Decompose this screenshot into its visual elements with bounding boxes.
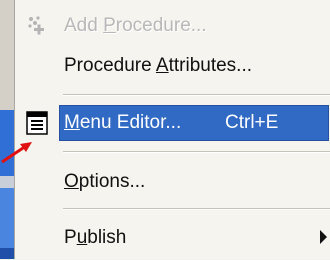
menu-item-label: Publish <box>64 227 127 248</box>
menu-separator <box>63 94 330 96</box>
background-window-edge <box>0 0 14 259</box>
submenu-arrow-icon <box>320 230 327 244</box>
menu-item-procedure-attributes[interactable]: Procedure Attributes... <box>15 44 330 88</box>
background-row <box>0 176 14 188</box>
menu-item-label: Procedure Attributes... <box>64 55 253 76</box>
menu-item-shortcut: Ctrl+E <box>225 112 279 133</box>
context-menu: Add Procedure... Procedure Attributes...… <box>14 0 330 259</box>
menu-item-menu-editor[interactable]: Menu Editor... Ctrl+E <box>15 101 330 145</box>
background-row-dark <box>0 248 14 259</box>
menu-item-label: Menu Editor... <box>64 112 182 133</box>
menu-separator <box>63 208 330 210</box>
menu-item-publish[interactable]: Publish <box>15 216 330 260</box>
background-selection-strip-2 <box>0 188 14 248</box>
add-procedure-icon <box>15 4 59 48</box>
menu-item-options[interactable]: Options... <box>15 160 330 204</box>
annotation-arrow-icon <box>1 142 32 164</box>
menu-item-add-procedure[interactable]: Add Procedure... <box>15 4 330 48</box>
menu-item-label: Options... <box>64 171 146 192</box>
menu-item-label: Add Procedure... <box>64 15 207 36</box>
menu-separator <box>63 151 330 153</box>
